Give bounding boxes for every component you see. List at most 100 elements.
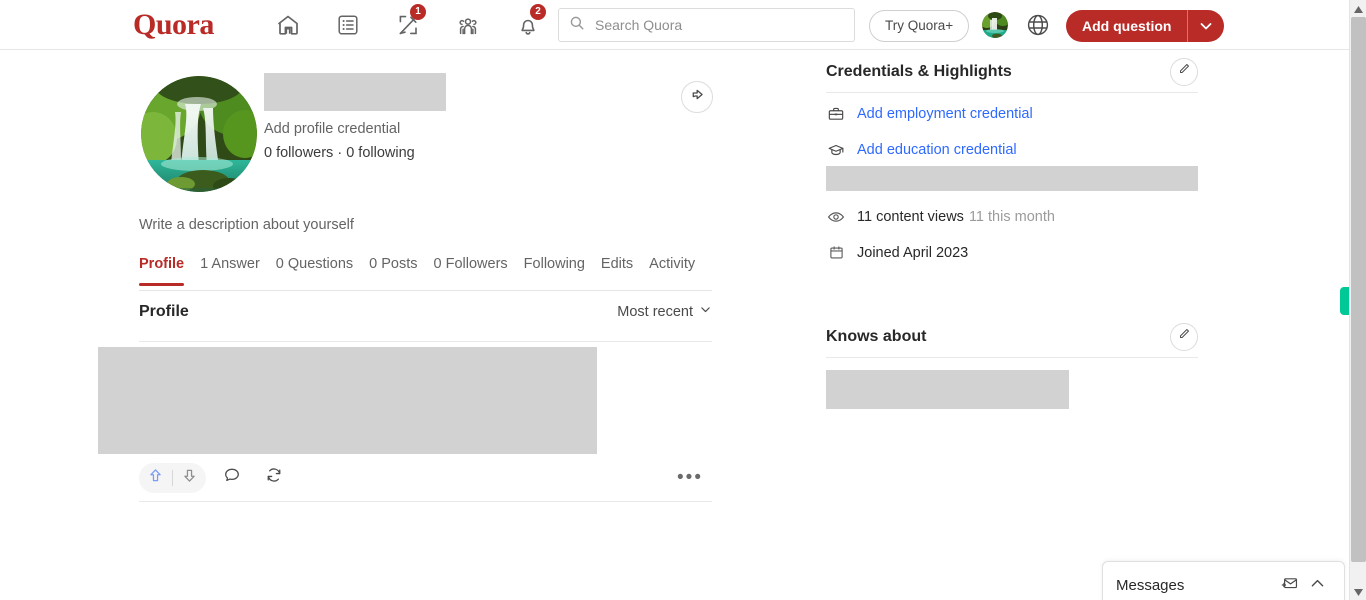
add-question-label: Add question — [1082, 18, 1172, 34]
share-arrow-icon — [689, 86, 706, 108]
messages-dock-title: Messages — [1116, 577, 1185, 594]
content-views-month: 11 this month — [968, 208, 1055, 225]
avatar-waterfall-image — [141, 76, 257, 192]
feed-sort-label: Most recent — [617, 303, 693, 320]
content-views-label: 11 content views — [857, 208, 964, 225]
tab-answers[interactable]: 1 Answer — [192, 255, 268, 284]
search-icon — [569, 15, 585, 36]
answer-badge: 1 — [410, 4, 426, 20]
feed-sort-dropdown[interactable]: Most recent — [617, 303, 712, 320]
caret-up-icon — [1354, 0, 1363, 18]
add-profile-credential-link[interactable]: Add profile credential — [264, 121, 400, 137]
profile-name-redacted[interactable] — [264, 73, 446, 111]
try-quora-plus-button[interactable]: Try Quora+ — [869, 10, 970, 42]
envelope-plus-icon — [1279, 573, 1299, 598]
briefcase-icon — [826, 105, 846, 123]
tab-followers[interactable]: 0 Followers — [426, 255, 516, 284]
nav-spaces-button[interactable] — [438, 0, 498, 50]
nav-answer-button[interactable]: 1 — [378, 0, 438, 50]
profile-column: Add profile credential 0 followers · 0 f… — [97, 51, 727, 502]
credential-row-redacted[interactable] — [826, 166, 1198, 191]
tab-edits[interactable]: Edits — [593, 255, 641, 284]
chevron-up-icon — [1309, 575, 1326, 597]
language-globe-button[interactable] — [1025, 12, 1051, 38]
globe-icon — [1025, 14, 1051, 42]
search-box[interactable] — [558, 8, 855, 42]
tab-posts[interactable]: 0 Posts — [361, 255, 425, 284]
search-input[interactable] — [593, 16, 844, 34]
add-question-button[interactable]: Add question — [1066, 10, 1225, 42]
content-views-row: 11 content views 11 this month — [826, 201, 1198, 232]
page-scrollbar[interactable] — [1349, 0, 1366, 600]
pencil-edit-icon — [1177, 62, 1191, 81]
knows-about-topic-redacted[interactable] — [826, 370, 1069, 409]
credentials-title: Credentials & Highlights — [826, 62, 1012, 80]
edit-credentials-button[interactable] — [1170, 57, 1198, 86]
knows-about-title: Knows about — [826, 327, 927, 345]
upvote-arrow-icon — [147, 467, 164, 489]
post-body-redacted[interactable] — [98, 347, 597, 454]
page-content: Add profile credential 0 followers · 0 f… — [0, 51, 1349, 600]
profile-header: Add profile credential 0 followers · 0 f… — [97, 51, 727, 233]
credentials-panel: Credentials & Highlights Add employment … — [826, 51, 1198, 268]
spaces-icon — [456, 13, 480, 37]
notifications-badge: 2 — [530, 4, 546, 20]
knows-about-panel: Knows about — [826, 316, 1198, 409]
sidebar-column: Credentials & Highlights Add employment … — [826, 51, 1198, 409]
profile-tabs: Profile 1 Answer 0 Questions 0 Posts 0 F… — [139, 255, 712, 291]
caret-down-icon — [1354, 583, 1363, 600]
share-repost-button[interactable] — [258, 463, 290, 493]
eye-icon — [826, 208, 846, 226]
joined-date-row: Joined April 2023 — [826, 237, 1198, 268]
avatar[interactable] — [982, 12, 1008, 38]
chevron-down-icon[interactable] — [1188, 10, 1224, 42]
edit-knows-about-button[interactable] — [1170, 322, 1198, 351]
post-more-options-button[interactable]: ••• — [675, 463, 705, 493]
feed-header: Profile Most recent — [139, 303, 712, 342]
profile-description-placeholder[interactable]: Write a description about yourself — [139, 217, 354, 233]
upvote-button[interactable] — [139, 463, 172, 493]
graduation-cap-icon — [826, 141, 846, 159]
tab-questions[interactable]: 0 Questions — [268, 255, 361, 284]
header-nav: 1 2 — [258, 0, 558, 50]
downvote-button[interactable] — [173, 463, 206, 493]
knows-about-header: Knows about — [826, 316, 1198, 358]
tab-profile[interactable]: Profile — [139, 255, 192, 286]
tab-activity[interactable]: Activity — [641, 255, 703, 284]
scroll-down-button[interactable] — [1350, 583, 1366, 600]
repost-refresh-icon — [265, 466, 283, 489]
add-employment-credential-link: Add employment credential — [857, 105, 1033, 122]
quora-logo[interactable]: Quora — [133, 8, 214, 42]
feed-title: Profile — [139, 303, 189, 320]
messages-dock[interactable]: Messages — [1102, 561, 1345, 600]
following-list-icon — [336, 13, 360, 37]
comment-button[interactable] — [216, 463, 248, 493]
collapse-messages-button[interactable] — [1303, 572, 1331, 600]
site-header: Quora 1 2 Search Quora Try Quora+ Add qu… — [0, 0, 1349, 50]
browser-extension-tab[interactable] — [1340, 287, 1349, 315]
comment-bubble-icon — [223, 466, 241, 489]
nav-following-button[interactable] — [318, 0, 378, 50]
quora-profile-page: Quora 1 2 Search Quora Try Quora+ Add qu… — [0, 0, 1366, 600]
home-icon — [276, 13, 300, 37]
add-education-credential-link: Add education credential — [857, 141, 1017, 158]
tab-following[interactable]: Following — [516, 255, 593, 284]
scrollbar-thumb[interactable] — [1351, 17, 1366, 562]
chevron-down-icon — [699, 303, 712, 320]
post-action-bar: ••• — [139, 454, 712, 502]
credentials-header: Credentials & Highlights — [826, 51, 1198, 93]
nav-home-button[interactable] — [258, 0, 318, 50]
followers-following-line[interactable]: 0 followers · 0 following — [264, 145, 415, 161]
nav-notifications-button[interactable]: 2 — [498, 0, 558, 50]
compose-message-button[interactable] — [1275, 572, 1303, 600]
share-profile-button[interactable] — [681, 81, 713, 113]
add-employment-credential-row[interactable]: Add employment credential — [826, 98, 1198, 129]
add-education-credential-row[interactable]: Add education credential — [826, 134, 1198, 165]
vote-control — [139, 462, 206, 493]
calendar-icon — [826, 244, 846, 261]
scroll-up-button[interactable] — [1350, 0, 1366, 17]
pencil-edit-icon — [1177, 327, 1191, 346]
joined-date-label: Joined April 2023 — [857, 244, 969, 261]
downvote-arrow-icon — [181, 467, 198, 489]
profile-avatar[interactable] — [141, 76, 257, 192]
